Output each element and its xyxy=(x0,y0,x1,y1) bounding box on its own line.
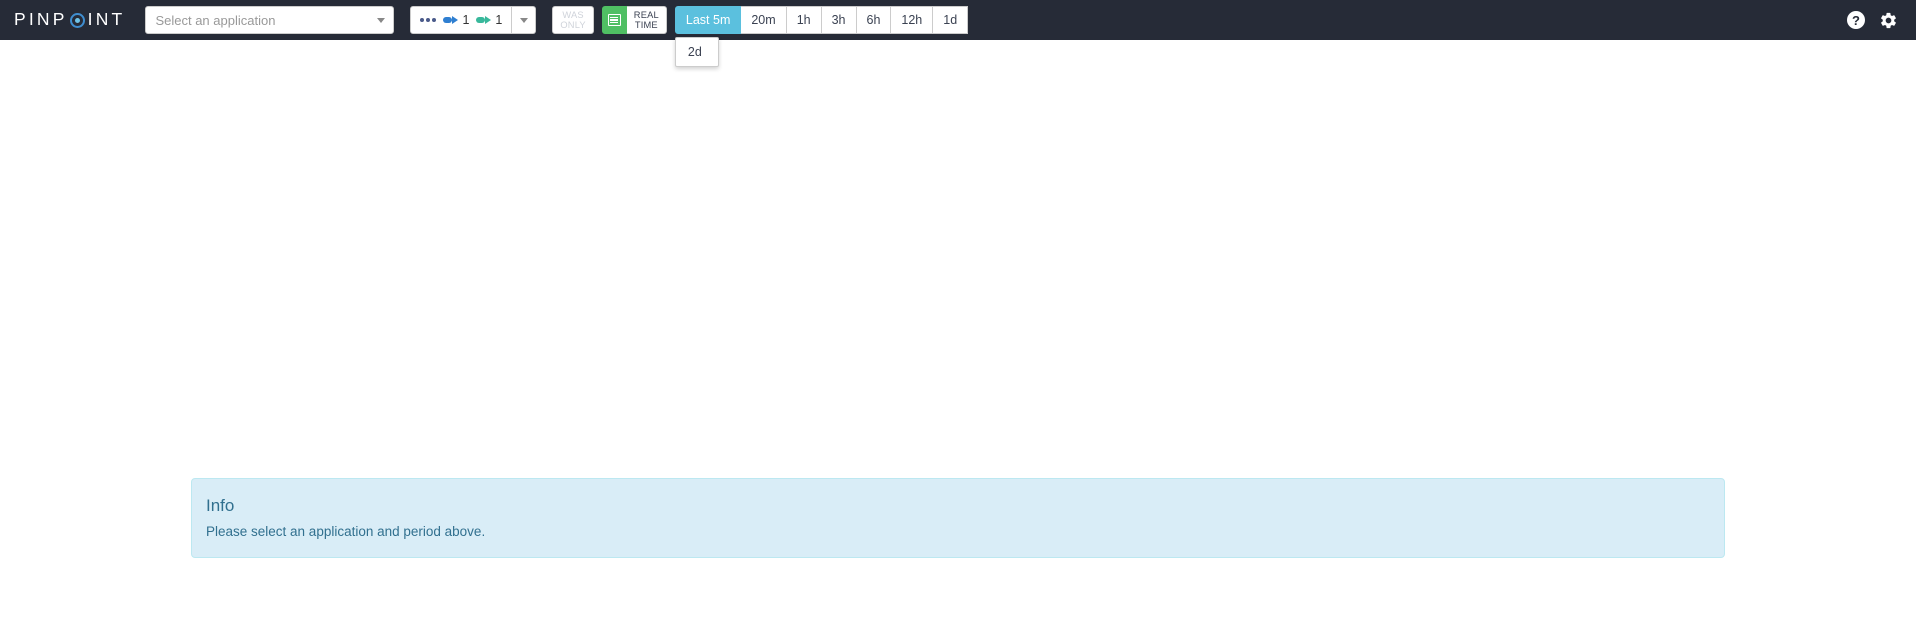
period-button-12h[interactable]: 12h xyxy=(891,6,934,34)
chevron-down-icon xyxy=(377,18,386,23)
was-only-button[interactable]: WAS ONLY xyxy=(552,6,594,34)
gear-icon[interactable] xyxy=(1879,11,1898,30)
period-selector: Last 5m 20m 1h 3h 6h 12h 1d 2d xyxy=(674,6,969,67)
period-button-1d[interactable]: 1d xyxy=(933,6,969,34)
outbound-count-value: 1 xyxy=(495,13,503,27)
period-button-6h[interactable]: 6h xyxy=(856,6,892,34)
was-only-line2: ONLY xyxy=(560,20,586,30)
more-dots-icon xyxy=(420,18,437,22)
target-ring-icon xyxy=(70,12,86,28)
outbound-counter: 1 xyxy=(476,13,502,27)
period-dropdown-menu: 2d xyxy=(674,37,719,67)
period-button-20m[interactable]: 20m xyxy=(741,6,787,34)
chevron-down-icon xyxy=(520,18,529,23)
real-time-line1: REAL xyxy=(633,9,659,20)
table-grid-icon xyxy=(607,14,621,26)
logo-text-part1: PINP xyxy=(14,9,68,30)
header-icon-group: ? xyxy=(1847,11,1898,30)
node-counter-group: 1 1 xyxy=(410,6,537,34)
logo-text: PINP INT xyxy=(14,11,125,29)
question-mark-circle-icon[interactable]: ? xyxy=(1847,11,1865,29)
arrow-right-green-icon xyxy=(476,15,492,25)
period-button-last-5m[interactable]: Last 5m xyxy=(674,6,742,34)
info-panel: Info Please select an application and pe… xyxy=(191,478,1725,558)
app-header: PINP INT Select an application 1 1 WAS O… xyxy=(0,0,1916,67)
arrow-right-blue-icon xyxy=(443,15,459,25)
pinpoint-logo[interactable]: PINP INT xyxy=(14,0,125,40)
inbound-count-value: 1 xyxy=(462,13,470,27)
info-panel-title: Info xyxy=(206,496,235,515)
main-content: Info Please select an application and pe… xyxy=(0,40,1916,635)
application-select[interactable]: Select an application xyxy=(145,6,395,34)
period-button-1h[interactable]: 1h xyxy=(786,6,822,34)
node-counter-box[interactable]: 1 1 xyxy=(410,6,513,34)
real-time-line2: TIME xyxy=(634,20,658,30)
real-time-button[interactable]: REAL TIME xyxy=(626,6,667,34)
was-only-group: WAS ONLY xyxy=(552,6,594,34)
grid-toggle-button[interactable] xyxy=(601,6,627,34)
period-dropdown-item-2d[interactable]: 2d xyxy=(676,42,718,62)
was-only-line1: WAS xyxy=(562,9,584,20)
info-panel-message: Please select an application and period … xyxy=(206,524,486,539)
application-select-placeholder: Select an application xyxy=(155,12,276,28)
realtime-group: REAL TIME xyxy=(601,6,667,34)
inbound-counter: 1 xyxy=(443,13,469,27)
logo-text-part2: INT xyxy=(87,9,126,30)
period-button-3h[interactable]: 3h xyxy=(821,6,857,34)
node-counter-dropdown-button[interactable] xyxy=(512,6,537,34)
